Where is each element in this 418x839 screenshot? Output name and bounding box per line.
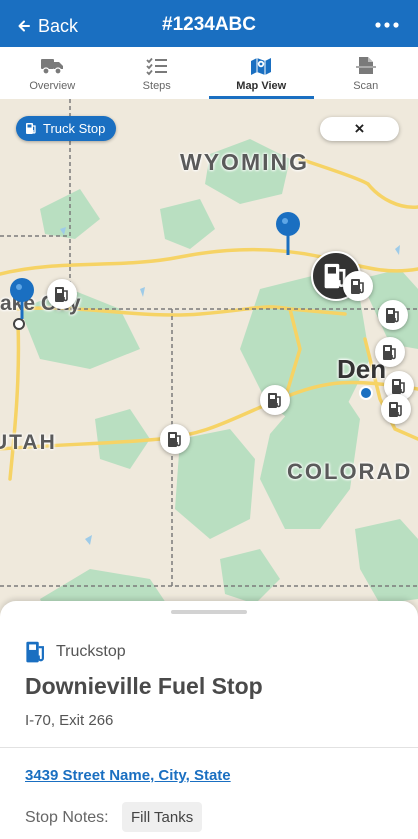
checklist-icon — [146, 57, 167, 76]
filter-chip-label: Truck Stop — [43, 121, 106, 136]
back-button[interactable]: Back — [18, 14, 78, 38]
close-icon: × — [354, 119, 365, 138]
tab-label: Steps — [142, 80, 171, 92]
truck-stop-filter-chip[interactable]: Truck Stop — [16, 116, 117, 141]
fuel-pump-icon — [392, 378, 405, 394]
fuel-pump-icon — [55, 286, 68, 302]
state-label-wyoming: WYOMING — [180, 149, 309, 175]
tab-scan[interactable]: Scan — [314, 47, 418, 99]
sheet-drag-handle[interactable] — [171, 610, 247, 614]
fuel-stop-marker[interactable] — [47, 279, 77, 309]
tab-label: Map View — [236, 80, 287, 92]
app-header: Back #1234ABC — [0, 0, 418, 47]
tab-map-view[interactable]: Map View — [209, 47, 314, 99]
tab-label: Scan — [353, 80, 379, 92]
stop-details-sheet: Truckstop Downieville Fuel Stop I-70, Ex… — [0, 601, 418, 839]
tab-overview[interactable]: Overview — [0, 47, 105, 99]
more-options-button[interactable] — [372, 11, 402, 39]
address-link[interactable]: 3439 Street Name, City, State — [25, 767, 231, 784]
truck-icon — [41, 59, 64, 75]
location-pin-wyoming[interactable] — [275, 211, 301, 262]
stop-type: Truckstop — [25, 640, 126, 664]
stop-notes-value: Fill Tanks — [122, 802, 203, 832]
tab-steps[interactable]: Steps — [105, 47, 210, 99]
back-label: Back — [38, 15, 79, 36]
close-button[interactable]: × — [320, 117, 399, 141]
stop-name: Downieville Fuel Stop — [25, 673, 263, 699]
fuel-stop-marker[interactable] — [378, 300, 408, 330]
location-pin-left[interactable] — [9, 277, 35, 326]
fuel-pump-icon — [389, 401, 402, 417]
more-dots-icon — [375, 22, 399, 28]
stop-type-label: Truckstop — [56, 643, 126, 660]
stop-exit-info: I-70, Exit 266 — [25, 712, 114, 729]
stop-notes-label: Stop Notes: — [25, 809, 109, 826]
map-icon — [251, 58, 272, 75]
fuel-stop-marker[interactable] — [375, 337, 405, 367]
tab-label: Overview — [29, 80, 76, 92]
map-view[interactable]: WYOMING UTAH COLORAD ake City Den Truck … — [0, 99, 418, 619]
fuel-stop-marker[interactable] — [381, 394, 411, 424]
fuel-pump-icon — [168, 431, 181, 447]
fuel-stop-marker[interactable] — [343, 271, 373, 301]
fuel-pump-icon — [351, 278, 364, 294]
fuel-pump-icon — [26, 123, 36, 134]
fuel-stop-marker[interactable] — [260, 385, 290, 415]
fuel-pump-icon — [268, 392, 281, 408]
divider — [0, 747, 418, 748]
current-location-dot — [359, 386, 373, 400]
arrow-left-icon — [18, 20, 30, 32]
tab-bar: Overview Steps Map View Scan — [0, 47, 418, 100]
fuel-pump-icon — [383, 344, 396, 360]
state-label-utah: UTAH — [0, 431, 57, 454]
fuel-stop-marker[interactable] — [160, 424, 190, 454]
state-label-colorado: COLORAD — [287, 459, 413, 484]
document-scan-icon — [355, 57, 376, 74]
fuel-pump-icon — [386, 307, 399, 323]
fuel-pump-icon — [26, 641, 44, 663]
